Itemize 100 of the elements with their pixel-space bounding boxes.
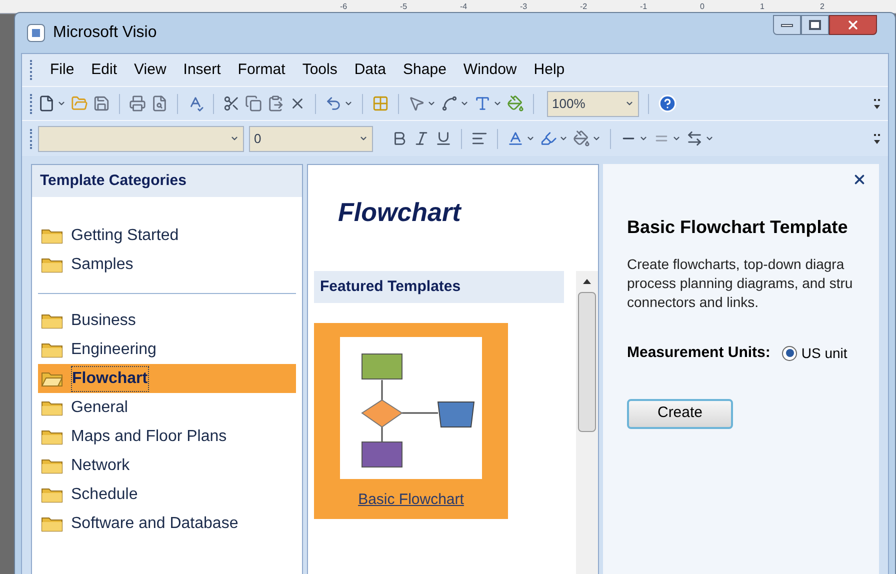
toolbar-grip-icon[interactable] [30, 60, 33, 80]
folder-icon [41, 312, 63, 328]
pointer-tool-icon[interactable] [408, 95, 425, 112]
folder-icon [41, 228, 63, 244]
toolbar-options-icon[interactable] [874, 98, 880, 110]
caret-icon[interactable] [592, 134, 601, 143]
menu-item[interactable]: Window [463, 58, 517, 82]
category-item[interactable]: Maps and Floor Plans [38, 422, 296, 451]
menu-item[interactable]: Help [534, 58, 565, 82]
category-item[interactable]: Network [38, 451, 296, 480]
template-link[interactable]: Basic Flowchart [358, 489, 464, 512]
ruler-tick-label: -1 [640, 0, 648, 12]
caret-icon[interactable] [344, 99, 353, 108]
template-tile[interactable]: Basic Flowchart [314, 323, 508, 519]
menu-item[interactable]: Edit [91, 58, 118, 82]
toolbar-options-icon[interactable] [874, 132, 880, 144]
caret-icon[interactable] [639, 134, 648, 143]
font-size-combo[interactable]: 0 [249, 126, 373, 152]
folder-icon [41, 400, 63, 416]
category-item[interactable]: Flowchart [38, 364, 296, 393]
italic-icon[interactable] [413, 130, 430, 147]
menu-item[interactable]: Shape [403, 58, 446, 82]
undo-icon[interactable] [325, 95, 342, 112]
close-icon[interactable] [852, 172, 867, 187]
section-header: Featured Templates [314, 271, 564, 303]
units-radio[interactable]: US unit [782, 342, 848, 364]
new-document-icon[interactable] [38, 95, 55, 112]
text-tool-icon[interactable] [474, 95, 491, 112]
menu-item[interactable]: Format [238, 58, 286, 82]
menu-item[interactable]: File [50, 58, 74, 82]
description-line: process planning diagrams, and stru [627, 274, 854, 293]
category-item[interactable]: Engineering [38, 335, 296, 364]
folder-icon [41, 516, 63, 532]
caret-icon[interactable] [359, 134, 368, 143]
visio-logo-icon [27, 24, 45, 42]
paste-icon[interactable] [267, 95, 284, 112]
folder-icon [41, 428, 63, 444]
category-item[interactable]: Getting Started [38, 221, 296, 250]
underline-icon[interactable] [435, 130, 452, 147]
print-preview-icon[interactable] [151, 95, 168, 112]
folder-icon [41, 458, 63, 474]
caret-icon[interactable] [427, 99, 436, 108]
menu-item[interactable]: Data [354, 58, 386, 82]
caret-icon[interactable] [57, 99, 66, 108]
panel-header: Template Categories [32, 165, 302, 197]
folder-icon [41, 370, 63, 386]
maximize-button[interactable] [801, 15, 829, 35]
save-icon[interactable] [93, 95, 110, 112]
category-item[interactable]: Business [38, 306, 296, 335]
help-icon[interactable] [658, 94, 677, 113]
ruler-tick-label: 2 [820, 0, 826, 12]
minimize-button[interactable] [773, 15, 801, 35]
ruler-tick-label: 0 [700, 0, 706, 12]
zoom-combo[interactable]: 100% [547, 90, 639, 116]
category-item[interactable]: Samples [38, 250, 296, 279]
gallery-title: Flowchart [337, 196, 463, 229]
folder-icon [41, 342, 63, 358]
print-icon[interactable] [129, 95, 146, 112]
category-item[interactable]: General [38, 393, 296, 422]
scroll-thumb[interactable] [578, 292, 596, 432]
menu-item[interactable]: View [134, 58, 166, 82]
create-button[interactable]: Create [627, 398, 733, 428]
caret-icon[interactable] [526, 134, 535, 143]
ruler-tick-label: -2 [580, 0, 588, 12]
fill-color-icon[interactable] [573, 130, 590, 147]
menu-item[interactable]: Insert [183, 58, 221, 82]
scroll-up-icon[interactable] [583, 279, 591, 284]
description-line: Create flowcharts, top-down diagra [627, 255, 846, 274]
toolbar-grip-icon[interactable] [30, 128, 33, 148]
close-icon[interactable] [846, 18, 860, 32]
ruler-tick-label: -5 [400, 0, 408, 12]
description-line: connectors and links. [627, 293, 760, 312]
align-left-icon[interactable] [471, 130, 488, 147]
menu-item[interactable]: Tools [302, 58, 338, 82]
toolbar-grip-icon[interactable] [30, 94, 33, 114]
caret-icon[interactable] [559, 134, 568, 143]
ruler-tick-label: -6 [340, 0, 348, 12]
line-ends-icon[interactable] [686, 130, 703, 147]
scrollbar[interactable] [576, 271, 598, 574]
template-title: Basic Flowchart Template [627, 216, 849, 239]
caret-icon[interactable] [672, 134, 681, 143]
copy-icon[interactable] [245, 95, 262, 112]
ruler-tick-label: -4 [460, 0, 468, 12]
close-button[interactable] [829, 15, 877, 35]
folder-icon [41, 486, 63, 502]
connector-tool-icon[interactable] [441, 95, 458, 112]
ruler-tick-label: 1 [760, 0, 766, 12]
category-item[interactable]: Software and Database [38, 509, 296, 538]
caret-icon[interactable] [460, 99, 469, 108]
font-color-icon[interactable] [507, 130, 524, 147]
folder-icon [41, 256, 63, 272]
caret-icon[interactable] [493, 99, 502, 108]
caret-icon[interactable] [230, 134, 239, 143]
ruler-tick-label: -3 [520, 0, 528, 12]
window-title: Microsoft Visio [53, 23, 157, 43]
category-item[interactable]: Schedule [38, 480, 296, 509]
units-label: Measurement Units: [627, 343, 770, 363]
caret-icon[interactable] [625, 99, 634, 108]
caret-icon[interactable] [705, 134, 714, 143]
cut-icon[interactable] [223, 95, 240, 112]
